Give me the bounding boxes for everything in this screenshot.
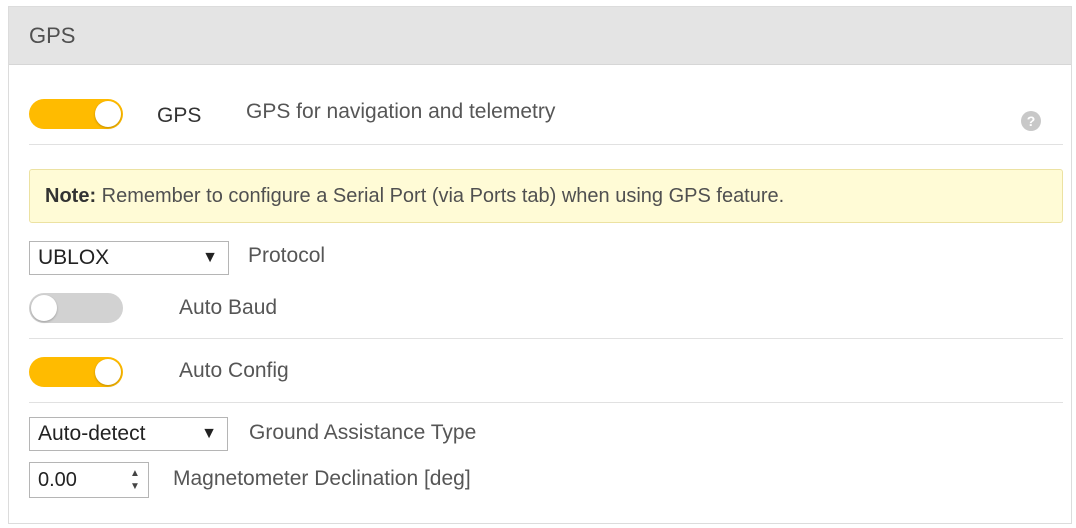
ground-assistance-select[interactable]: Auto-detect ▼ [29,417,228,451]
auto-baud-toggle[interactable] [29,293,123,323]
mag-declination-label: Magnetometer Declination [deg] [173,467,471,490]
dropdown-arrow-icon: ▼ [202,249,218,266]
auto-config-toggle[interactable] [29,357,123,387]
divider [29,338,1063,339]
divider [29,402,1063,403]
gps-feature-toggle[interactable] [29,99,123,129]
stepper-up-icon[interactable]: ▲ [128,467,142,480]
mag-declination-input[interactable]: 0.00 ▲ ▼ [29,462,149,498]
protocol-label: Protocol [248,244,326,267]
mag-declination-value: 0.00 [38,469,77,491]
number-stepper[interactable]: ▲ ▼ [128,467,142,493]
dropdown-arrow-icon: ▼ [201,425,217,442]
ground-assistance-label: Ground Assistance Type [249,421,477,444]
gps-panel: GPS GPS GPS for navigation and telemetry… [8,6,1072,524]
toggle-knob [95,359,121,385]
toggle-knob [31,295,57,321]
gps-feature-name: GPS [157,104,202,127]
panel-title: GPS [9,7,1071,65]
protocol-value: UBLOX [38,246,110,269]
note-text: Remember to configure a Serial Port (via… [96,185,785,207]
divider [29,144,1063,145]
gps-note: Note: Remember to configure a Serial Por… [29,169,1063,223]
gps-feature-description: GPS for navigation and telemetry [246,100,556,123]
auto-config-label: Auto Config [179,359,289,382]
ground-assistance-value: Auto-detect [38,422,146,445]
toggle-knob [95,101,121,127]
protocol-select[interactable]: UBLOX ▼ [29,241,229,275]
question-circle-icon[interactable]: ? [1021,111,1041,131]
note-label: Note: [45,185,97,207]
stepper-down-icon[interactable]: ▼ [128,480,142,493]
auto-baud-label: Auto Baud [179,296,278,319]
